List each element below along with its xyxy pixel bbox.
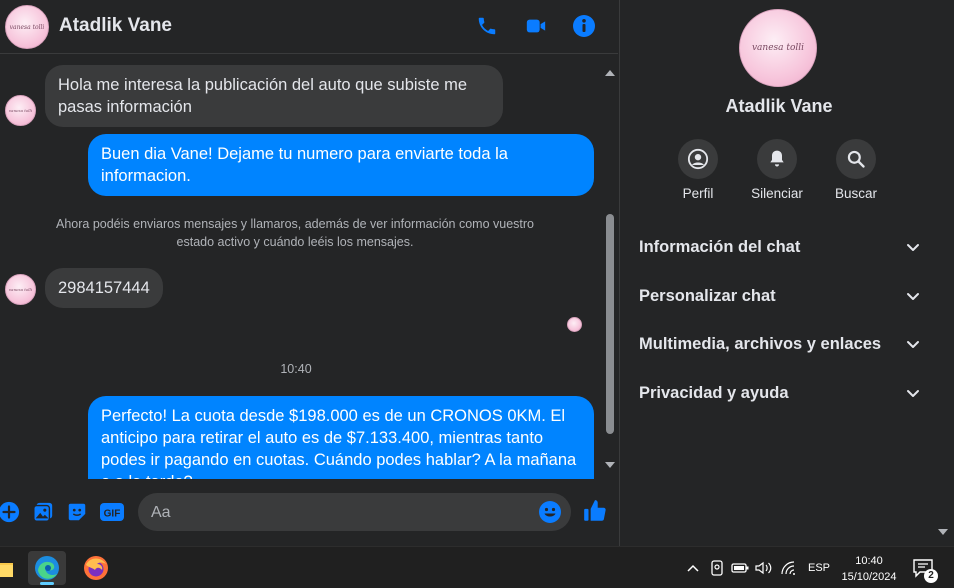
sender-avatar[interactable]: vanesa tolli bbox=[5, 95, 36, 126]
gif-icon[interactable]: GIF bbox=[99, 500, 125, 524]
volume-icon[interactable] bbox=[755, 560, 773, 576]
notification-count-badge: 2 bbox=[924, 569, 938, 583]
profile-icon[interactable] bbox=[678, 139, 718, 179]
video-call-icon[interactable] bbox=[523, 13, 549, 39]
message-list[interactable]: vanesa tolli Hola me interesa la publica… bbox=[0, 55, 603, 479]
avatar-logo-text: vanesa tolli bbox=[8, 108, 33, 113]
avatar-logo-text: vanesa tolli bbox=[9, 23, 45, 31]
chevron-down-icon bbox=[907, 244, 919, 251]
search-button[interactable]: Buscar bbox=[816, 139, 896, 201]
section-privacy-help[interactable]: Privacidad y ayuda bbox=[639, 378, 921, 408]
bell-icon[interactable] bbox=[757, 139, 797, 179]
panel-contact-avatar[interactable]: vanesa tolli bbox=[739, 9, 817, 87]
message-input-placeholder: Aa bbox=[151, 504, 171, 521]
contact-avatar[interactable]: vanesa tolli bbox=[5, 5, 49, 49]
incoming-message[interactable]: 2984157444 bbox=[45, 268, 163, 308]
mute-label: Silenciar bbox=[751, 186, 803, 201]
chevron-down-icon bbox=[907, 293, 919, 300]
mute-button[interactable]: Silenciar bbox=[737, 139, 817, 201]
search-label: Buscar bbox=[834, 186, 878, 201]
battery-icon[interactable] bbox=[731, 560, 749, 576]
thumbs-up-icon[interactable] bbox=[582, 498, 608, 524]
section-chat-info[interactable]: Información del chat bbox=[639, 232, 921, 262]
sticker-icon[interactable] bbox=[65, 500, 89, 524]
incoming-message[interactable]: Hola me interesa la publicación del auto… bbox=[45, 65, 503, 127]
outgoing-message[interactable]: Perfecto! La cuota desde $198.000 es de … bbox=[88, 396, 594, 479]
windows-taskbar: ESP 10:40 15/10/2024 2 bbox=[0, 546, 954, 588]
profile-button[interactable]: Perfil bbox=[658, 139, 738, 201]
panel-contact-name: Atadlik Vane bbox=[725, 96, 833, 116]
contact-name[interactable]: Atadlik Vane bbox=[59, 15, 172, 37]
input-language-indicator[interactable]: ESP bbox=[808, 562, 830, 574]
message-composer: GIF Aa bbox=[0, 480, 618, 546]
section-label: Privacidad y ayuda bbox=[639, 383, 789, 402]
emoji-icon[interactable] bbox=[538, 500, 562, 524]
gif-icon-label: GIF bbox=[104, 509, 121, 520]
section-label: Información del chat bbox=[639, 237, 801, 256]
chevron-down-icon bbox=[907, 390, 919, 397]
firefox-browser-icon[interactable] bbox=[77, 551, 115, 585]
clock-date: 15/10/2024 bbox=[841, 571, 897, 583]
message-input[interactable]: Aa bbox=[138, 493, 571, 531]
chevron-down-icon bbox=[907, 341, 919, 348]
edge-browser-icon[interactable] bbox=[28, 551, 66, 585]
section-customize-chat[interactable]: Personalizar chat bbox=[639, 281, 921, 311]
avatar-logo-text: vanesa tolli bbox=[8, 287, 33, 292]
avatar-logo-text: vanesa tolli bbox=[751, 43, 805, 53]
meet-now-camera-icon[interactable] bbox=[708, 560, 726, 576]
info-icon[interactable] bbox=[571, 13, 597, 39]
seen-indicator-avatar bbox=[567, 317, 582, 332]
photo-gallery-icon[interactable] bbox=[31, 500, 55, 524]
search-icon[interactable] bbox=[836, 139, 876, 179]
show-hidden-icons-chevron-up-icon[interactable] bbox=[684, 560, 702, 576]
profile-label: Perfil bbox=[682, 186, 714, 201]
plus-icon[interactable] bbox=[0, 500, 21, 524]
file-explorer-icon[interactable] bbox=[0, 551, 20, 585]
taskbar-clock[interactable]: 10:40 15/10/2024 bbox=[836, 553, 902, 585]
section-label: Multimedia, archivos y enlaces bbox=[639, 334, 882, 353]
system-notice: Ahora podéis enviaros mensajes y llamaro… bbox=[55, 217, 534, 249]
phone-call-icon[interactable] bbox=[474, 13, 500, 39]
scroll-thumb[interactable] bbox=[606, 214, 614, 434]
message-scrollbar[interactable] bbox=[603, 62, 617, 472]
outgoing-message[interactable]: Buen dia Vane! Dejame tu numero para env… bbox=[88, 134, 594, 196]
chat-header: vanesa tolli Atadlik Vane bbox=[0, 0, 618, 54]
sender-avatar[interactable]: vanesa tolli bbox=[5, 274, 36, 305]
panel-scroll-down-arrow-icon[interactable] bbox=[938, 529, 948, 535]
section-media-files-links[interactable]: Multimedia, archivos y enlaces bbox=[639, 329, 921, 359]
chat-details-panel: vanesa tolli Atadlik Vane Perfil Silenci… bbox=[619, 0, 954, 546]
message-timestamp: 10:40 bbox=[280, 362, 312, 376]
clock-time: 10:40 bbox=[855, 555, 883, 567]
wifi-icon[interactable] bbox=[781, 560, 799, 576]
scroll-down-arrow-icon[interactable] bbox=[605, 462, 615, 468]
section-label: Personalizar chat bbox=[639, 286, 776, 305]
scroll-up-arrow-icon[interactable] bbox=[605, 70, 615, 76]
messenger-window: vanesa tolli Atadlik Vane vanesa tolli H… bbox=[0, 0, 954, 588]
